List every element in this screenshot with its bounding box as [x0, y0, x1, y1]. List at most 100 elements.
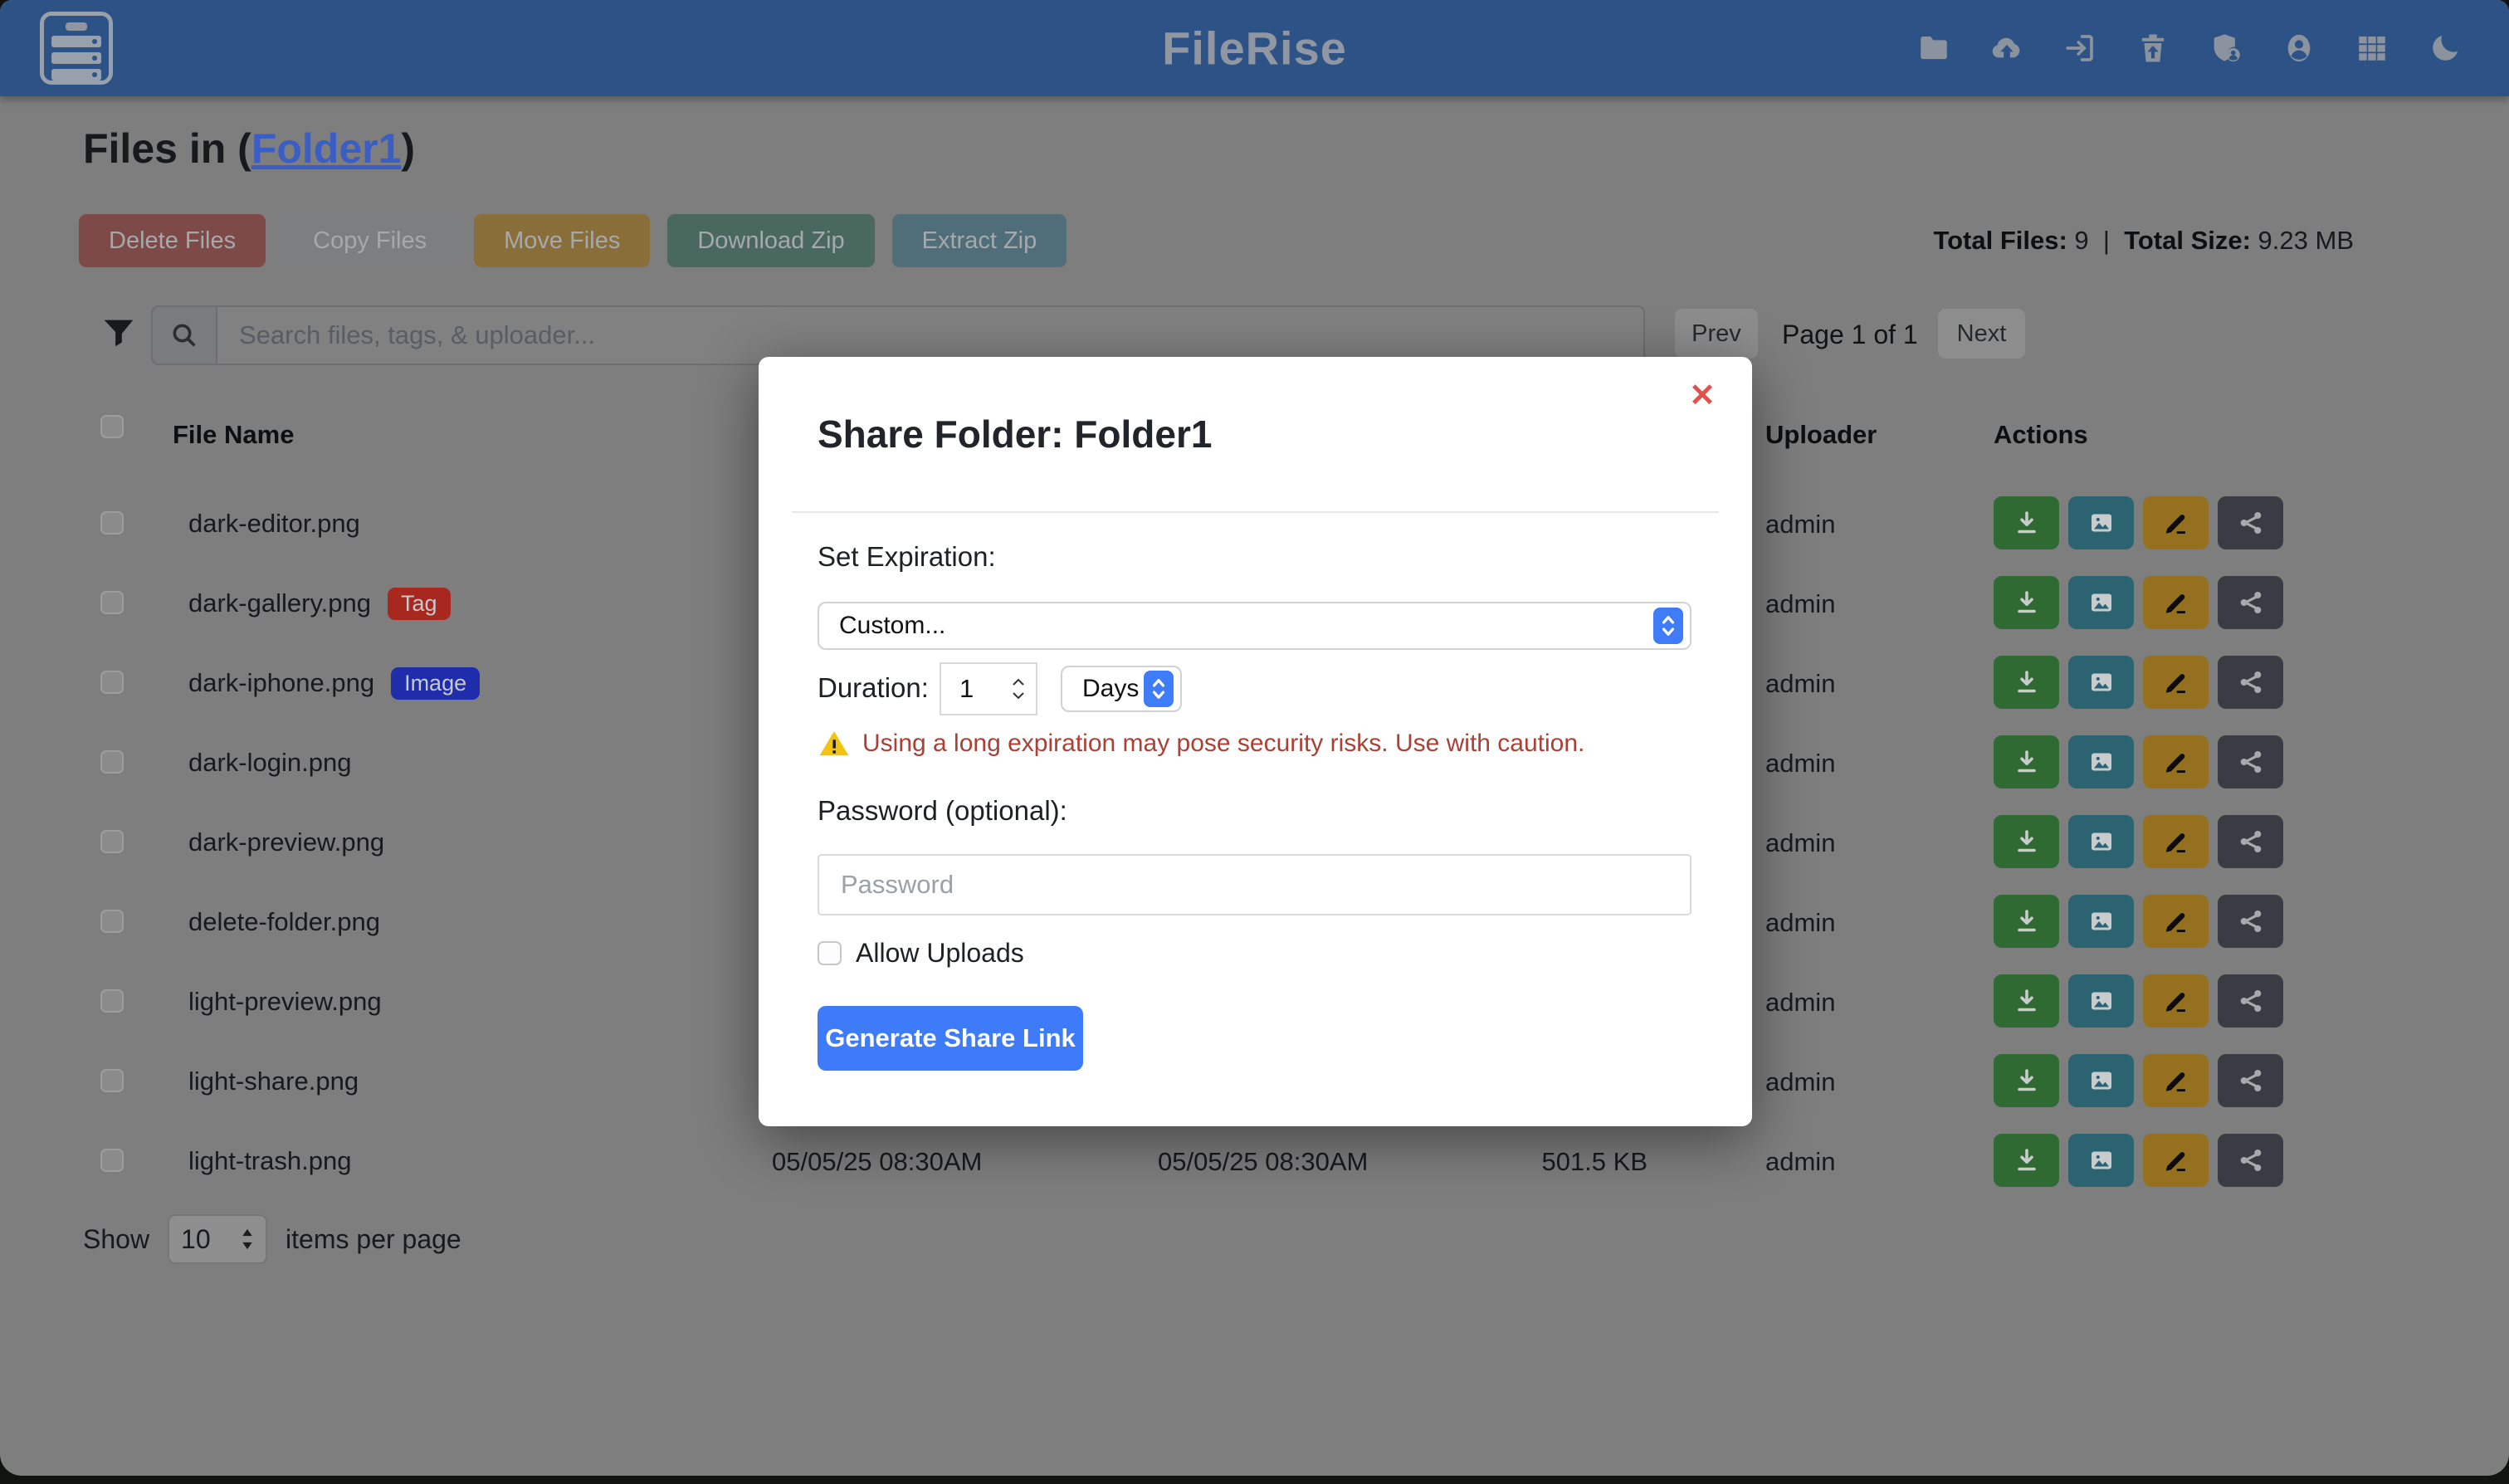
row-actions	[1994, 496, 2283, 549]
sign-in-icon[interactable]	[2062, 31, 2097, 66]
date-modified: 05/05/25 08:30AM	[772, 1147, 982, 1177]
next-page-button[interactable]: Next	[1938, 309, 2025, 359]
row-checkbox[interactable]	[100, 591, 124, 614]
download-button[interactable]	[1994, 1134, 2059, 1187]
share-button[interactable]	[2218, 1054, 2283, 1107]
uploader: admin	[1765, 828, 1835, 858]
edit-button[interactable]	[2143, 735, 2209, 788]
expiration-select[interactable]: Custom...	[818, 602, 1691, 650]
file-name: light-trash.png	[188, 1142, 351, 1180]
edit-button[interactable]	[2143, 1134, 2209, 1187]
filter-icon[interactable]	[100, 314, 138, 352]
row-checkbox[interactable]	[100, 1069, 124, 1092]
edit-button[interactable]	[2143, 815, 2209, 868]
row-checkbox[interactable]	[100, 989, 124, 1013]
row-checkbox[interactable]	[100, 910, 124, 933]
totals-summary: Total Files: 9 | Total Size: 9.23 MB	[1933, 226, 2354, 256]
row-checkbox[interactable]	[100, 511, 124, 535]
folder-icon[interactable]	[1916, 31, 1951, 66]
user-icon[interactable]	[2282, 31, 2316, 66]
page-indicator: Page 1 of 1	[1782, 320, 1918, 350]
close-icon[interactable]: ✕	[1689, 380, 1716, 412]
select-all-checkbox[interactable]	[100, 415, 124, 438]
row-actions	[1994, 656, 2283, 709]
share-button[interactable]	[2218, 815, 2283, 868]
row-checkbox[interactable]	[100, 830, 124, 853]
password-input[interactable]	[818, 854, 1691, 915]
row-checkbox[interactable]	[100, 1149, 124, 1172]
items-per-page: Show 10 items per page	[83, 1214, 461, 1264]
image-button[interactable]	[2068, 496, 2134, 549]
app-title: FileRise	[1162, 22, 1347, 76]
file-name: dark-editor.png	[188, 505, 360, 543]
copy-files-button[interactable]: Copy Files	[283, 214, 456, 267]
file-name: dark-preview.png	[188, 823, 384, 862]
download-button[interactable]	[1994, 974, 2059, 1028]
image-button[interactable]	[2068, 735, 2134, 788]
number-spinner-icon[interactable]	[1008, 672, 1029, 705]
share-button[interactable]	[2218, 735, 2283, 788]
file-name: dark-gallery.pngTag	[188, 584, 451, 622]
navbar: FileRise	[0, 0, 2509, 96]
duration-unit-select[interactable]: Days	[1061, 666, 1182, 712]
image-button[interactable]	[2068, 576, 2134, 629]
password-label: Password (optional):	[818, 795, 1067, 827]
file-toolbar: Delete Files Copy Files Move Files Download…	[79, 214, 1067, 267]
file-name: delete-folder.png	[188, 903, 380, 941]
edit-button[interactable]	[2143, 496, 2209, 549]
allow-uploads-row: Allow Uploads	[818, 938, 1024, 969]
file-name: dark-iphone.pngImage	[188, 664, 480, 702]
grid-icon[interactable]	[2355, 31, 2389, 66]
delete-files-button[interactable]: Delete Files	[79, 214, 266, 267]
edit-button[interactable]	[2143, 974, 2209, 1028]
edit-button[interactable]	[2143, 895, 2209, 948]
search-input[interactable]	[217, 307, 1643, 364]
extract-zip-button[interactable]: Extract Zip	[892, 214, 1067, 267]
uploader: admin	[1765, 1147, 1835, 1177]
download-button[interactable]	[1994, 815, 2059, 868]
share-button[interactable]	[2218, 576, 2283, 629]
cloud-upload-icon[interactable]	[1989, 31, 2024, 66]
select-arrows-icon	[241, 1228, 254, 1251]
edit-button[interactable]	[2143, 1054, 2209, 1107]
allow-uploads-checkbox[interactable]	[818, 941, 842, 965]
download-button[interactable]	[1994, 735, 2059, 788]
image-button[interactable]	[2068, 974, 2134, 1028]
row-actions	[1994, 974, 2283, 1028]
uploader: admin	[1765, 988, 1835, 1018]
share-button[interactable]	[2218, 656, 2283, 709]
row-checkbox[interactable]	[100, 750, 124, 774]
duration-label: Duration:	[818, 672, 929, 704]
file-size: 501.5 KB	[1444, 1147, 1647, 1177]
items-per-page-select[interactable]: 10	[168, 1214, 267, 1264]
image-button[interactable]	[2068, 1134, 2134, 1187]
image-button[interactable]	[2068, 895, 2134, 948]
move-files-button[interactable]: Move Files	[474, 214, 650, 267]
download-zip-button[interactable]: Download Zip	[667, 214, 874, 267]
duration-input[interactable]: 1	[940, 662, 1037, 715]
share-button[interactable]	[2218, 1134, 2283, 1187]
image-button[interactable]	[2068, 815, 2134, 868]
download-button[interactable]	[1994, 656, 2059, 709]
edit-button[interactable]	[2143, 656, 2209, 709]
download-button[interactable]	[1994, 496, 2059, 549]
moon-icon[interactable]	[2428, 31, 2463, 66]
generate-share-link-button[interactable]: Generate Share Link	[818, 1006, 1083, 1071]
row-actions	[1994, 895, 2283, 948]
share-button[interactable]	[2218, 974, 2283, 1028]
modal-title: Share Folder: Folder1	[818, 412, 1212, 456]
share-button[interactable]	[2218, 496, 2283, 549]
image-button[interactable]	[2068, 1054, 2134, 1107]
download-button[interactable]	[1994, 895, 2059, 948]
download-button[interactable]	[1994, 576, 2059, 629]
row-checkbox[interactable]	[100, 671, 124, 694]
trash-restore-icon[interactable]	[2136, 31, 2170, 66]
download-button[interactable]	[1994, 1054, 2059, 1107]
folder-breadcrumb-link[interactable]: Folder1	[251, 125, 402, 172]
server-menu-icon[interactable]	[40, 12, 113, 85]
shield-user-icon[interactable]	[2209, 31, 2243, 66]
prev-page-button[interactable]: Prev	[1675, 309, 1758, 359]
image-button[interactable]	[2068, 656, 2134, 709]
edit-button[interactable]	[2143, 576, 2209, 629]
share-button[interactable]	[2218, 895, 2283, 948]
